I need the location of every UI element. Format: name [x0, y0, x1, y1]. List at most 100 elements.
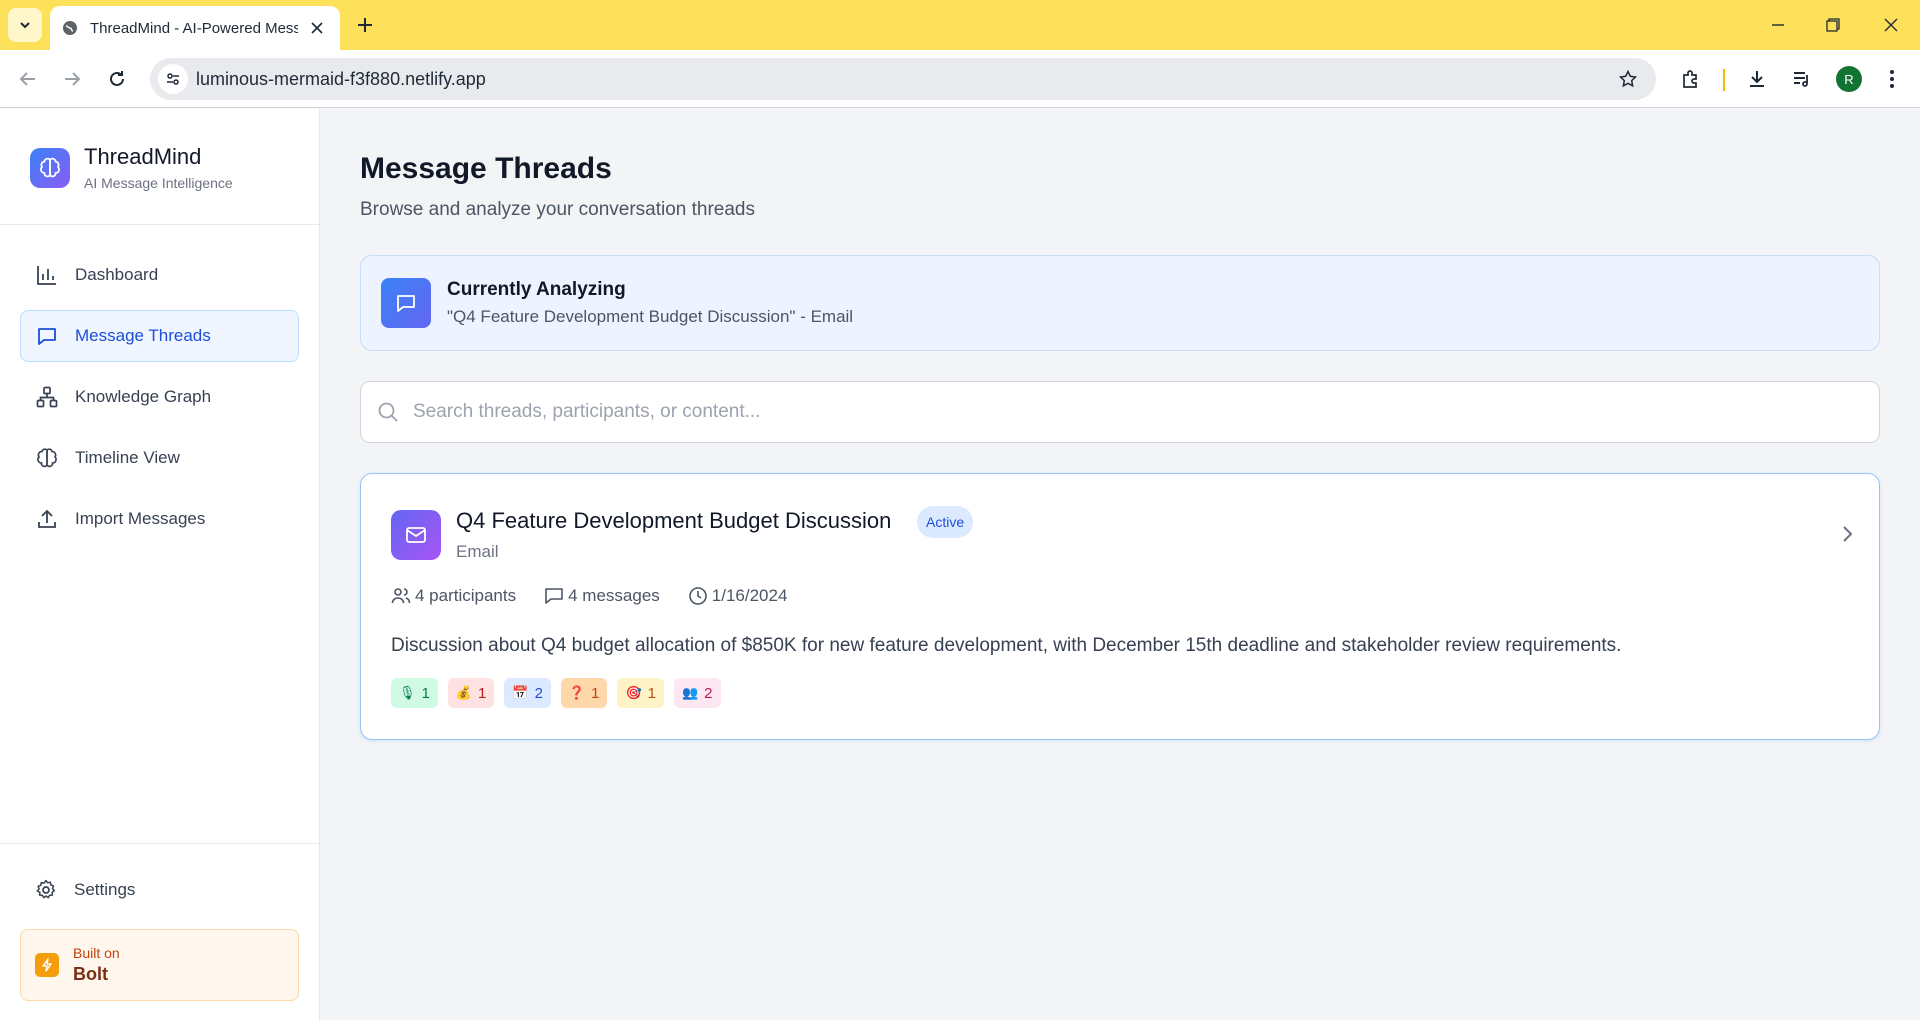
arrow-right-icon: [65, 72, 81, 86]
sidebar-item-label: Import Messages: [75, 509, 206, 528]
new-tab-button[interactable]: [352, 12, 378, 38]
tag-microphone: 🎙 1: [391, 678, 438, 708]
upload-icon: [35, 507, 59, 531]
close-icon: [1884, 18, 1898, 32]
settings-label: Settings: [74, 880, 136, 899]
main-content: Message Threads Browse and analyze your …: [320, 109, 1920, 1020]
browser-tab[interactable]: ThreadMind - AI-Powered Mess: [50, 6, 340, 50]
thread-description: Discussion about Q4 budget allocation of…: [391, 635, 1622, 656]
thread-meta: 4 participants 4 messages 1/16/2024: [391, 586, 815, 606]
analyzing-title: Currently Analyzing: [447, 279, 626, 300]
restore-icon: [1826, 18, 1840, 32]
messages-count: 4 messages: [544, 586, 660, 606]
browser-tabbar: ThreadMind - AI-Powered Mess: [0, 0, 1920, 50]
message-square-icon: [381, 278, 431, 328]
close-icon[interactable]: [306, 17, 328, 39]
globe-icon: [62, 20, 78, 36]
window-close-button[interactable]: [1876, 10, 1906, 40]
sidebar-item-knowledge-graph[interactable]: Knowledge Graph: [20, 371, 299, 423]
search-icon: [375, 399, 401, 425]
restore-button[interactable]: [1818, 10, 1848, 40]
site-info-icon[interactable]: [158, 64, 188, 94]
tag-target: 🎯 1: [617, 678, 664, 708]
sidebar-item-label: Message Threads: [75, 326, 211, 345]
sidebar-item-label: Timeline View: [75, 448, 180, 467]
brain-icon: [35, 446, 59, 470]
profile-avatar[interactable]: R: [1836, 66, 1862, 92]
brand-subtitle: AI Message Intelligence: [84, 175, 233, 191]
forward-button[interactable]: [56, 63, 88, 95]
sidebar-item-label: Knowledge Graph: [75, 387, 212, 406]
tag-count: 1: [478, 684, 487, 702]
mail-icon: [391, 510, 441, 560]
analyzing-subtitle: "Q4 Feature Development Budget Discussio…: [447, 307, 854, 326]
thread-tags: 🎙 1 💰 1 📅 2 ❓ 1 🎯 1 👥 2: [391, 678, 731, 708]
tab-title: ThreadMind - AI-Powered Mess: [90, 19, 298, 37]
brand-title: ThreadMind: [84, 144, 202, 169]
sidebar-item-message-threads[interactable]: Message Threads: [20, 310, 299, 362]
calendar-icon: 📅: [512, 685, 529, 700]
download-icon: [1750, 71, 1764, 87]
tag-money: 💰 1: [447, 678, 495, 708]
question-icon: ❓: [568, 685, 586, 700]
microphone-icon: 🎙: [399, 685, 416, 700]
extensions-button[interactable]: [1675, 63, 1707, 95]
network-icon: [35, 385, 59, 409]
thread-title: Q4 Feature Development Budget Discussion: [456, 508, 892, 533]
status-badge: Active: [917, 506, 974, 538]
tag-count: 2: [704, 684, 713, 702]
toolbar-separator: [1723, 69, 1725, 91]
page-subtitle: Browse and analyze your conversation thr…: [360, 199, 756, 220]
participants-count: 4 participants: [391, 586, 516, 606]
tag-question: ❓ 1: [560, 678, 608, 708]
browser-menu-button[interactable]: [1876, 63, 1908, 95]
thread-type: Email: [456, 542, 499, 561]
search-input[interactable]: [413, 392, 1879, 432]
plus-icon: [358, 18, 372, 32]
address-bar[interactable]: luminous-mermaid-f3f880.netlify.app: [150, 58, 1656, 100]
clock-icon: [688, 586, 708, 606]
minimize-button[interactable]: [1763, 10, 1793, 40]
sidebar-item-dashboard[interactable]: Dashboard: [20, 249, 299, 301]
participants-text: 4 participants: [415, 586, 517, 605]
arrow-left-icon: [19, 72, 35, 86]
built-on-bolt-badge[interactable]: Built on Bolt: [20, 929, 299, 1001]
message-square-icon: [35, 324, 59, 348]
sidebar-item-label: Dashboard: [75, 265, 159, 284]
sidebar-item-settings[interactable]: Settings: [20, 864, 299, 916]
tag-people: 👥 2: [673, 678, 721, 708]
brain-logo-icon: [30, 147, 70, 188]
thread-card[interactable]: Q4 Feature Development Budget Discussion…: [360, 473, 1880, 740]
minimize-icon: [1772, 24, 1784, 26]
downloads-button[interactable]: [1741, 63, 1773, 95]
target-icon: 🎯: [625, 685, 642, 700]
bar-chart-icon: [35, 263, 59, 287]
date-text: 1/16/2024: [711, 586, 788, 605]
bolt-name: Bolt: [73, 964, 108, 984]
tab-search-button[interactable]: [8, 8, 42, 42]
tag-count: 2: [534, 684, 543, 702]
tag-count: 1: [591, 684, 600, 702]
sidebar-item-timeline-view[interactable]: Timeline View: [20, 432, 299, 484]
puzzle-icon: [1683, 70, 1697, 88]
back-button[interactable]: [12, 63, 44, 95]
url-text: luminous-mermaid-f3f880.netlify.app: [196, 68, 486, 89]
more-vertical-icon: [1890, 70, 1894, 88]
users-icon: [391, 586, 411, 606]
media-button[interactable]: [1786, 63, 1818, 95]
sidebar-item-import-messages[interactable]: Import Messages: [20, 493, 299, 545]
money-bag-icon: 💰: [455, 685, 473, 700]
bolt-caption: Built on: [73, 945, 120, 961]
lightning-icon: [35, 953, 59, 977]
message-square-icon: [544, 586, 564, 606]
star-icon[interactable]: [1612, 63, 1644, 95]
sidebar-nav: Dashboard Message Threads Knowledge Grap…: [20, 249, 299, 554]
chevron-right-icon[interactable]: [1836, 522, 1860, 546]
reload-icon: [110, 71, 124, 86]
reload-button[interactable]: [101, 63, 133, 95]
sidebar: ThreadMind AI Message Intelligence Dashb…: [0, 109, 320, 1020]
brand[interactable]: ThreadMind AI Message Intelligence: [30, 144, 233, 191]
thread-date: 1/16/2024: [688, 586, 788, 606]
tag-count: 1: [647, 684, 656, 702]
divider: [0, 843, 320, 844]
